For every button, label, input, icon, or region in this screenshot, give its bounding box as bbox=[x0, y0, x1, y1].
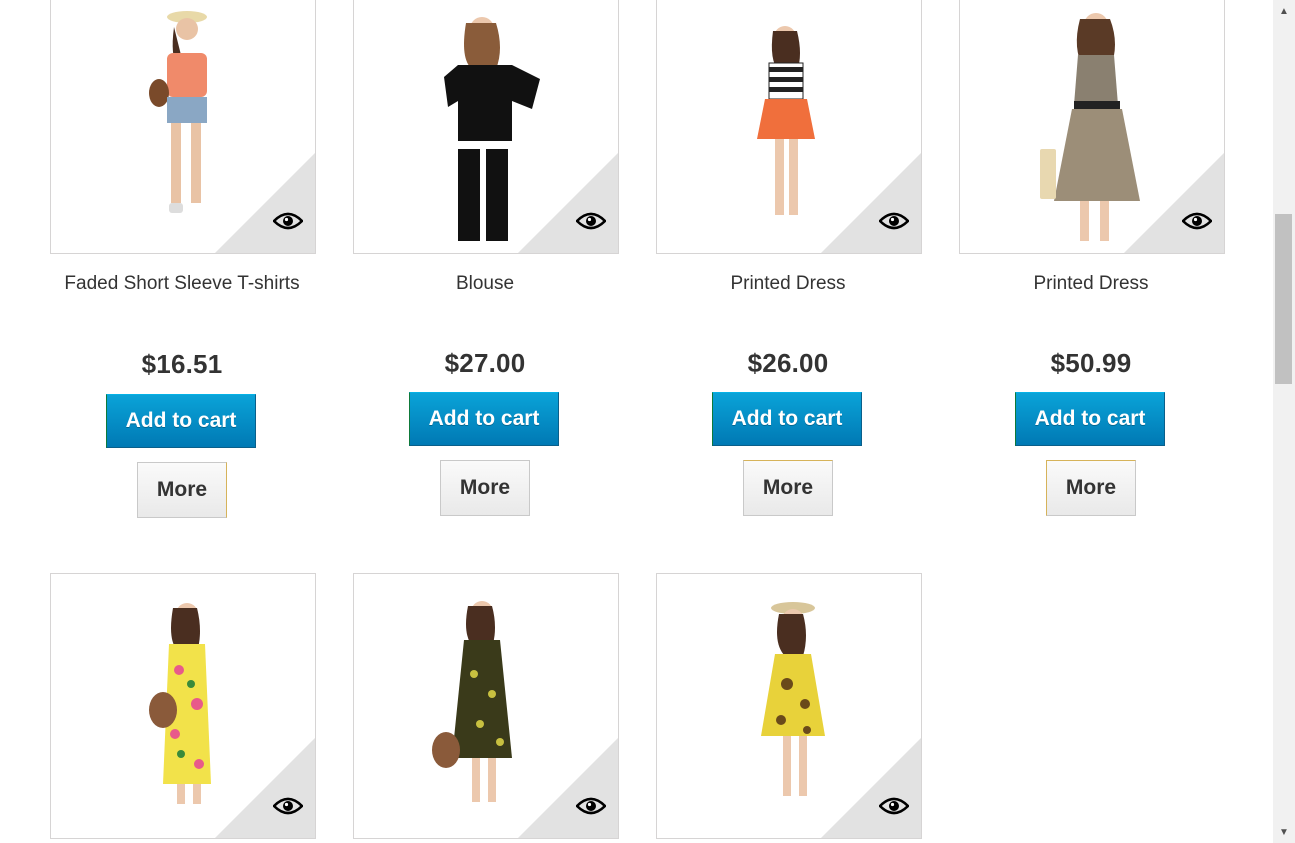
product-price: $16.51 bbox=[141, 349, 223, 379]
product-image[interactable] bbox=[656, 0, 922, 254]
vertical-scrollbar[interactable]: ▲ ▼ bbox=[1273, 0, 1295, 843]
more-button[interactable]: More bbox=[440, 460, 530, 516]
eye-icon[interactable] bbox=[576, 796, 606, 816]
eye-icon[interactable] bbox=[273, 796, 303, 816]
more-button[interactable]: More bbox=[1046, 460, 1136, 516]
product-image[interactable] bbox=[50, 0, 316, 254]
product-price: $50.99 bbox=[1050, 348, 1132, 378]
eye-icon[interactable] bbox=[273, 211, 303, 231]
add-to-cart-button[interactable]: Add to cart bbox=[106, 394, 256, 448]
product-image[interactable] bbox=[50, 573, 316, 839]
add-to-cart-button[interactable]: Add to cart bbox=[712, 392, 862, 446]
more-button[interactable]: More bbox=[743, 460, 833, 516]
product-name[interactable]: Blouse bbox=[353, 270, 617, 298]
eye-icon[interactable] bbox=[1182, 211, 1212, 231]
add-to-cart-button[interactable]: Add to cart bbox=[1015, 392, 1165, 446]
eye-icon[interactable] bbox=[879, 796, 909, 816]
more-button[interactable]: More bbox=[137, 462, 227, 518]
product-name[interactable]: Printed Dress bbox=[656, 270, 920, 298]
eye-icon[interactable] bbox=[879, 211, 909, 231]
scrollbar-thumb[interactable] bbox=[1275, 214, 1292, 384]
product-image[interactable] bbox=[959, 0, 1225, 254]
product-name[interactable]: Faded Short Sleeve T-shirts bbox=[50, 270, 314, 298]
product-price: $27.00 bbox=[444, 348, 526, 378]
eye-icon[interactable] bbox=[576, 211, 606, 231]
product-image[interactable] bbox=[353, 0, 619, 254]
add-to-cart-button[interactable]: Add to cart bbox=[409, 392, 559, 446]
product-name[interactable]: Printed Dress bbox=[959, 270, 1223, 298]
scroll-up-arrow-icon[interactable]: ▲ bbox=[1273, 0, 1295, 22]
scroll-down-arrow-icon[interactable]: ▼ bbox=[1273, 821, 1295, 843]
product-image[interactable] bbox=[656, 573, 922, 839]
product-image[interactable] bbox=[353, 573, 619, 839]
product-price: $26.00 bbox=[747, 348, 829, 378]
